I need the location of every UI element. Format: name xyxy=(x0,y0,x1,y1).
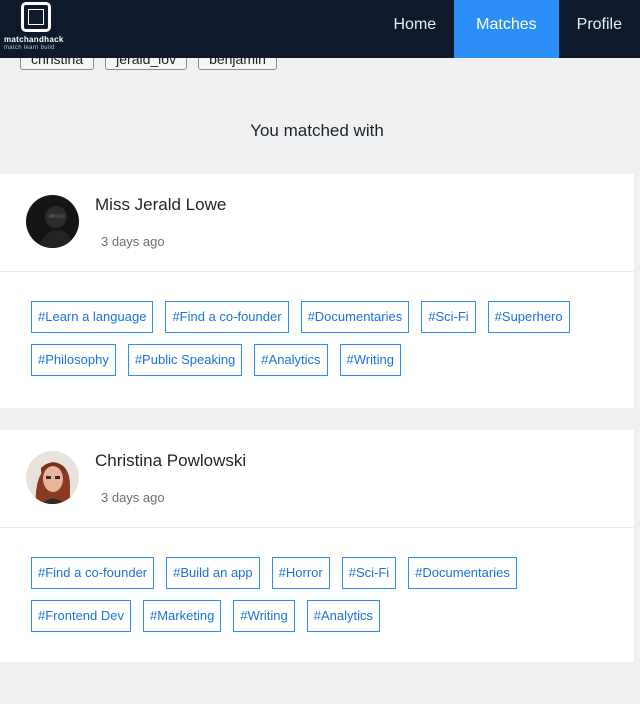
interest-tag[interactable]: #Learn a language xyxy=(31,301,154,333)
interest-tag[interactable]: #Superhero xyxy=(487,301,570,333)
interest-tag[interactable]: #Documentaries xyxy=(300,301,410,333)
nav-home[interactable]: Home xyxy=(375,0,454,58)
section-title: You matched with xyxy=(250,121,384,140)
match-card: Christina Powlowski 3 days ago #Find a c… xyxy=(0,430,634,662)
nav-links: Home Matches Profile xyxy=(375,0,640,58)
nav-matches[interactable]: Matches xyxy=(454,0,559,58)
interest-tag[interactable]: #Documentaries xyxy=(408,557,517,589)
nav-profile[interactable]: Profile xyxy=(559,0,640,58)
avatar[interactable] xyxy=(26,195,79,248)
interest-tag[interactable]: #Horror xyxy=(271,557,330,589)
brand-tagline: match learn build xyxy=(4,45,55,51)
interest-tag[interactable]: #Writing xyxy=(233,600,295,632)
match-name[interactable]: Miss Jerald Lowe xyxy=(95,195,226,215)
match-time: 3 days ago xyxy=(101,234,165,249)
interest-tag[interactable]: #Build an app xyxy=(166,557,260,589)
interest-tag[interactable]: #Sci-Fi xyxy=(421,301,476,333)
interest-tags: #Learn a language #Find a co-founder #Do… xyxy=(31,301,611,376)
interest-tag[interactable]: #Analytics xyxy=(306,600,381,632)
interest-tag[interactable]: #Sci-Fi xyxy=(341,557,397,589)
interest-tag[interactable]: #Analytics xyxy=(254,344,328,376)
interest-tag[interactable]: #Writing xyxy=(339,344,401,376)
top-navbar: matchandhack match learn build Home Matc… xyxy=(0,0,640,58)
interest-tags: #Find a co-founder #Build an app #Horror… xyxy=(31,557,611,632)
match-name[interactable]: Christina Powlowski xyxy=(95,451,246,471)
interest-tag[interactable]: #Frontend Dev xyxy=(31,600,131,632)
avatar[interactable] xyxy=(26,451,79,504)
interest-tag[interactable]: #Philosophy xyxy=(31,344,116,376)
brand-logo[interactable]: matchandhack match learn build xyxy=(4,2,84,54)
match-card-header: Miss Jerald Lowe 3 days ago xyxy=(0,174,634,272)
logo-icon xyxy=(21,2,51,32)
interest-tag[interactable]: #Marketing xyxy=(143,600,222,632)
interest-tag[interactable]: #Find a co-founder xyxy=(165,301,289,333)
brand-name: matchandhack xyxy=(4,35,64,44)
match-card-header: Christina Powlowski 3 days ago xyxy=(0,430,634,528)
interest-tag[interactable]: #Public Speaking xyxy=(127,344,243,376)
match-card: Miss Jerald Lowe 3 days ago #Learn a lan… xyxy=(0,174,634,408)
match-time: 3 days ago xyxy=(101,490,165,505)
interest-tag[interactable]: #Find a co-founder xyxy=(31,557,155,589)
